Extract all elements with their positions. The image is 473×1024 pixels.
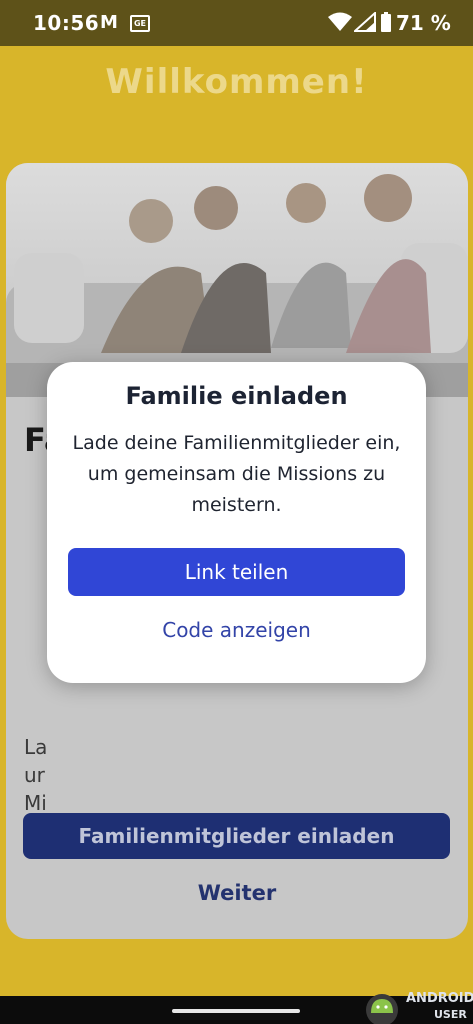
continue-link[interactable]: Weiter (6, 881, 468, 905)
card-text-line: La (24, 735, 48, 759)
dialog-title: Familie einladen (125, 382, 348, 410)
signal-icon (354, 12, 376, 32)
wifi-icon (328, 12, 352, 31)
invite-family-button[interactable]: Familienmitglieder einladen (23, 813, 450, 859)
status-bar: 10:56 M GE 71 % (0, 0, 473, 46)
show-code-button[interactable]: Code anzeigen (47, 618, 426, 642)
gmail-icon: M (100, 12, 118, 33)
battery-icon (381, 12, 391, 32)
watermark-text: ANDROID (406, 991, 473, 1006)
welcome-title: Willkommen! (105, 62, 368, 102)
card-description: La ur Mi (24, 733, 444, 817)
ge-icon: GE (130, 15, 150, 32)
card-text-line: ur (24, 763, 45, 787)
invite-dialog: Familie einladen Lade deine Familienmitg… (47, 362, 426, 683)
battery-percentage: 71 % (396, 11, 451, 35)
clock: 10:56 (33, 11, 100, 35)
dialog-message: Lade deine Familienmitglieder ein, um ge… (72, 432, 401, 516)
share-link-button[interactable]: Link teilen (68, 548, 405, 596)
home-gesture-handle[interactable] (172, 1009, 300, 1013)
watermark-text: USER (434, 1008, 467, 1021)
